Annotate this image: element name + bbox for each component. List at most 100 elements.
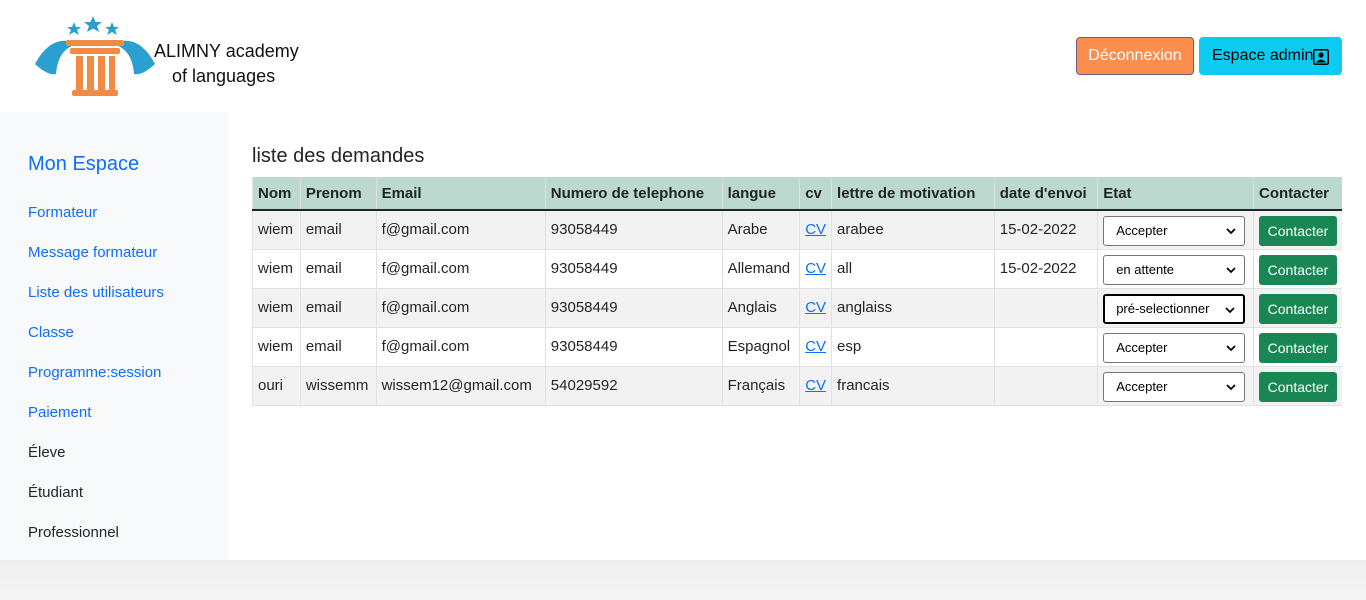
cell-lettre: arabee	[831, 210, 995, 250]
cell-contacter: Contacter	[1253, 327, 1342, 367]
col-telephone: Numero de telephone	[544, 177, 723, 211]
cell-langue: Allemand	[721, 249, 800, 289]
cell-prenom: wissemm	[299, 366, 377, 406]
cell-email: f@gmail.com	[375, 210, 546, 250]
etat-selected-value: en attente	[1116, 261, 1175, 277]
cv-link[interactable]: CV	[805, 260, 826, 277]
col-contacter: Contacter	[1253, 177, 1342, 211]
table-header-row: Nom Prenom Email Numero de telephone lan…	[252, 177, 1342, 211]
cell-nom: wiem	[252, 288, 301, 328]
requests-table: Nom Prenom Email Numero de telephone lan…	[252, 177, 1342, 406]
chevron-down-icon	[1226, 266, 1236, 273]
cell-contacter: Contacter	[1253, 210, 1342, 250]
cell-cv: CV	[799, 288, 832, 328]
cell-prenom: email	[299, 288, 377, 328]
cell-etat: en attente	[1097, 249, 1254, 289]
etat-selected-value: Accepter	[1116, 339, 1168, 355]
cell-etat: pré-selectionner	[1097, 288, 1254, 328]
brand-name: ALIMNY academy of languages	[154, 39, 299, 89]
footer-strip	[0, 560, 1366, 600]
cell-langue: Anglais	[721, 288, 800, 328]
etat-select[interactable]: pré-selectionner	[1103, 293, 1246, 324]
cell-contacter: Contacter	[1253, 288, 1342, 328]
cell-nom: wiem	[252, 210, 301, 250]
sidebar-item-classe[interactable]: Classe	[28, 324, 74, 341]
cell-cv: CV	[799, 327, 832, 367]
chevron-down-icon	[1226, 228, 1236, 235]
etat-select[interactable]: en attente	[1103, 254, 1246, 285]
admin-space-button[interactable]: Espace admin	[1199, 37, 1342, 75]
sidebar-title: Mon Espace	[28, 153, 140, 175]
etat-select[interactable]: Accepter	[1103, 332, 1246, 363]
sidebar-item-eleve[interactable]: Éleve	[28, 444, 66, 461]
col-lettre: lettre de motivation	[831, 177, 995, 211]
contact-button[interactable]: Contacter	[1259, 371, 1337, 402]
cell-prenom: email	[299, 249, 377, 289]
cell-telephone: 54029592	[544, 366, 723, 406]
sidebar-item-liste-utilisateurs[interactable]: Liste des utilisateurs	[28, 284, 164, 301]
cell-date	[993, 288, 1098, 328]
sidebar-item-programme-session[interactable]: Programme:session	[28, 364, 161, 381]
contact-button[interactable]: Contacter	[1259, 216, 1337, 246]
cell-cv: CV	[799, 366, 832, 406]
brand-line-1: ALIMNY academy	[154, 41, 299, 61]
cell-cv: CV	[799, 249, 832, 289]
chevron-down-icon	[1226, 383, 1236, 390]
cv-link[interactable]: CV	[805, 221, 826, 238]
cell-etat: Accepter	[1097, 210, 1254, 250]
etat-selected-value: Accepter	[1116, 223, 1168, 238]
cell-email: f@gmail.com	[375, 327, 546, 367]
cell-etat: Accepter	[1097, 327, 1254, 367]
table-row: ouri wissemm wissem12@gmail.com 54029592…	[252, 366, 1342, 406]
cell-contacter: Contacter	[1253, 366, 1342, 406]
sidebar-item-formateur[interactable]: Formateur	[28, 204, 97, 221]
cell-lettre: francais	[831, 366, 995, 406]
col-cv: cv	[799, 177, 832, 211]
cell-date	[993, 366, 1098, 406]
sidebar-item-etudiant[interactable]: Étudiant	[28, 484, 83, 501]
col-email: Email	[375, 177, 546, 211]
contact-button[interactable]: Contacter	[1259, 254, 1337, 285]
cell-prenom: email	[299, 327, 377, 367]
chevron-down-icon	[1226, 344, 1236, 351]
sidebar-item-message-formateur[interactable]: Message formateur	[28, 244, 157, 261]
cv-link[interactable]: CV	[805, 377, 826, 394]
cell-telephone: 93058449	[544, 288, 723, 328]
etat-select[interactable]: Accepter	[1103, 371, 1246, 402]
top-header: ALIMNY academy of languages Déconnexion …	[0, 0, 1366, 112]
cell-nom: wiem	[252, 249, 301, 289]
admin-space-label: Espace admin	[1212, 47, 1314, 64]
cell-email: f@gmail.com	[375, 249, 546, 289]
cell-date	[993, 327, 1098, 367]
brand-line-2: of languages	[172, 66, 276, 86]
cell-nom: wiem	[252, 327, 301, 367]
cell-lettre: all	[831, 249, 995, 289]
sidebar-item-professionnel[interactable]: Professionnel	[28, 524, 119, 541]
contact-button[interactable]: Contacter	[1259, 332, 1337, 363]
cell-langue: Espagnol	[721, 327, 800, 367]
table-row: wiem email f@gmail.com 93058449 Arabe CV…	[252, 210, 1342, 250]
etat-selected-value: pré-selectionner	[1116, 300, 1210, 316]
cell-contacter: Contacter	[1253, 249, 1342, 289]
cell-cv: CV	[799, 210, 832, 250]
logout-button[interactable]: Déconnexion	[1076, 37, 1194, 75]
col-prenom: Prenom	[299, 177, 377, 211]
col-langue: langue	[721, 177, 800, 211]
col-nom: Nom	[252, 177, 301, 211]
cell-prenom: email	[299, 210, 377, 250]
cell-nom: ouri	[252, 366, 301, 406]
col-etat: Etat	[1097, 177, 1254, 211]
contact-button[interactable]: Contacter	[1259, 293, 1337, 324]
col-date: date d'envoi	[993, 177, 1098, 211]
cell-etat: Accepter	[1097, 366, 1254, 406]
cell-langue: Arabe	[721, 210, 800, 250]
etat-select[interactable]: Accepter	[1103, 216, 1246, 246]
cell-telephone: 93058449	[544, 249, 723, 289]
sidebar: Mon Espace Formateur Message formateur L…	[0, 112, 228, 560]
table-row: wiem email f@gmail.com 93058449 Anglais …	[252, 288, 1342, 328]
cv-link[interactable]: CV	[805, 299, 826, 316]
academy-logo	[35, 16, 155, 96]
sidebar-item-paiement[interactable]: Paiement	[28, 404, 91, 421]
cv-link[interactable]: CV	[805, 338, 826, 355]
cell-lettre: esp	[831, 327, 995, 367]
